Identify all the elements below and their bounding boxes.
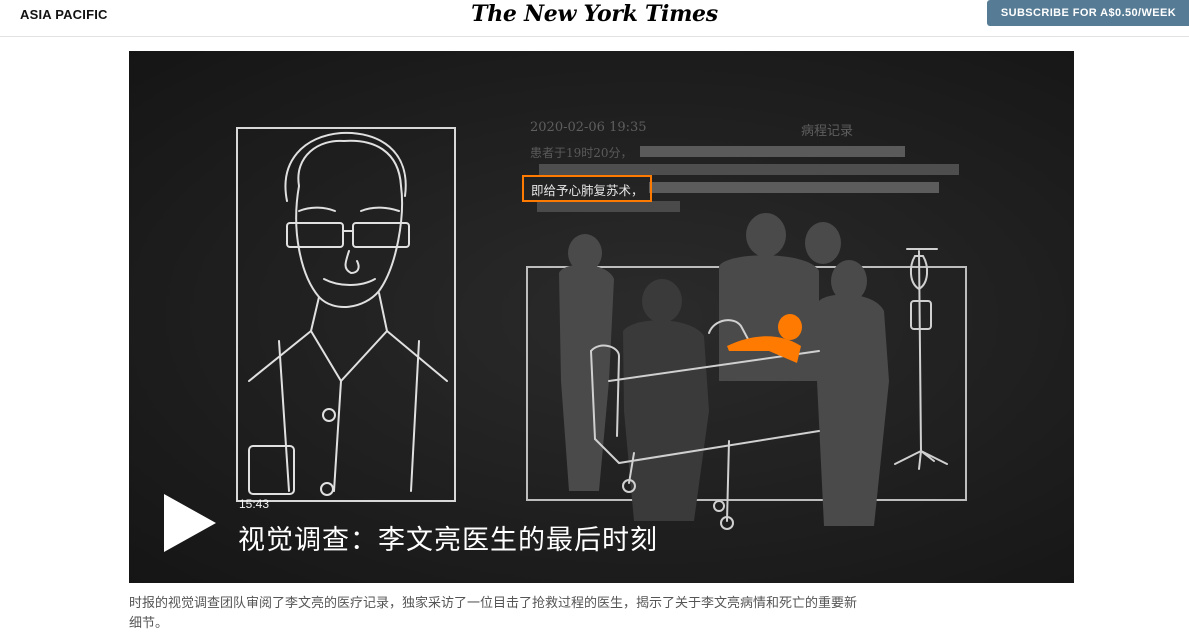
- record-line: 患者于19时20分，: [530, 146, 633, 160]
- record-heading: 病程记录: [801, 124, 854, 139]
- record-date: 2020-02-06 19:35: [530, 120, 647, 135]
- video-player[interactable]: 2020-02-06 19:35 病程记录 患者于19时20分， 即给予心肺复苏…: [129, 51, 1074, 583]
- record-highlight: 即给予心肺复苏术，: [522, 175, 652, 202]
- top-bar: ASIA PACIFIC The New York Times SUBSCRIB…: [0, 0, 1189, 37]
- subscribe-button[interactable]: SUBSCRIBE FOR A$0.50/WEEK: [987, 0, 1189, 26]
- video-caption: 时报的视觉调查团队审阅了李文亮的医疗记录，独家采访了一位目击了抢救过程的医生，揭…: [129, 596, 858, 631]
- play-icon[interactable]: [162, 492, 218, 554]
- video-title[interactable]: 视觉调查：李文亮医生的最后时刻: [238, 518, 658, 557]
- video-duration: 15:43: [239, 497, 270, 511]
